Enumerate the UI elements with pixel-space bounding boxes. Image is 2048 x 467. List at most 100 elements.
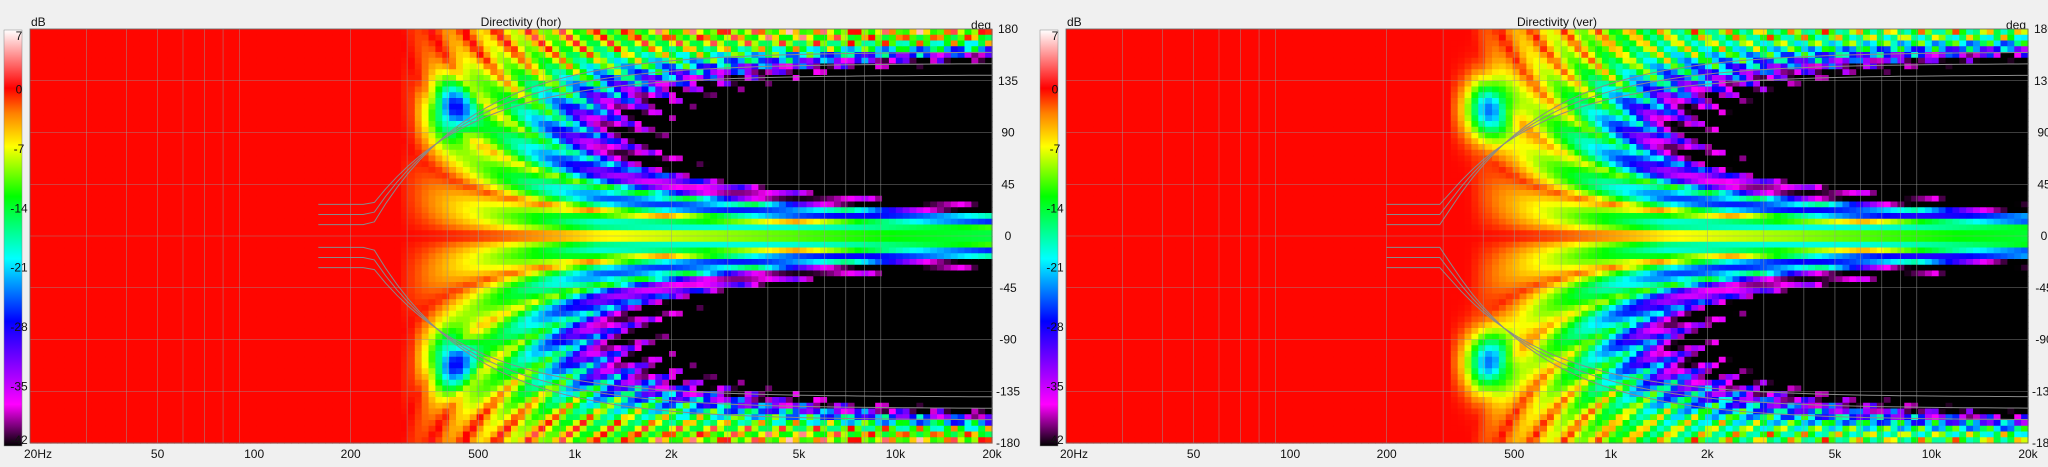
heatmap-cell <box>139 230 148 237</box>
heatmap-cell <box>311 149 320 157</box>
heatmap-cell <box>43 218 52 226</box>
heatmap-cell <box>174 46 182 53</box>
heatmap-cell <box>160 241 169 249</box>
heatmap-cell <box>442 190 450 197</box>
heatmap-cell <box>256 213 265 220</box>
heatmap-cell <box>339 224 347 231</box>
heatmap-cell <box>263 34 272 42</box>
heatmap-cell <box>36 144 45 151</box>
heatmap-cell <box>483 259 491 266</box>
heatmap-cell <box>43 155 52 162</box>
heatmap-cell <box>160 103 169 111</box>
heatmap-cell <box>119 310 127 318</box>
heatmap-cell <box>194 420 203 427</box>
heatmap-cell <box>174 109 182 116</box>
heatmap-cell <box>43 109 52 116</box>
heatmap-cell <box>84 328 93 335</box>
heatmap-cell <box>236 207 244 214</box>
heatmap-cell <box>284 431 292 438</box>
heatmap-cell <box>291 408 299 415</box>
heatmap-cell <box>483 230 491 237</box>
heatmap-cell <box>332 155 340 162</box>
heatmap-cell <box>215 293 223 300</box>
heatmap-cell <box>201 345 210 352</box>
heatmap-cell <box>236 247 244 254</box>
heatmap-cell <box>160 46 169 53</box>
heatmap-cell <box>57 276 65 283</box>
heatmap-cell <box>188 328 196 335</box>
heatmap-cell <box>98 190 107 197</box>
heatmap-cell <box>414 333 423 341</box>
heatmap-cell <box>380 397 388 404</box>
heatmap-cell <box>249 224 258 231</box>
heatmap-cell <box>256 345 265 352</box>
heatmap-cell <box>476 230 485 237</box>
heatmap-cell <box>352 356 361 364</box>
heatmap-cell <box>394 379 402 387</box>
heatmap-cell <box>236 287 244 295</box>
heatmap-cell <box>98 98 107 105</box>
heatmap-cell <box>476 236 485 243</box>
heatmap-cell <box>407 316 416 323</box>
heatmap-cell <box>263 241 272 249</box>
heatmap-cell <box>201 40 210 47</box>
heatmap-cell <box>112 132 120 139</box>
heatmap-cell <box>236 92 244 99</box>
heatmap-cell <box>476 86 485 93</box>
heatmap-cell <box>36 161 45 168</box>
heatmap-cell <box>414 241 423 249</box>
heatmap-cell <box>112 138 120 145</box>
heatmap-cell <box>84 236 93 243</box>
heatmap-cell <box>50 322 59 329</box>
heatmap-cell <box>263 92 272 99</box>
heatmap-cell <box>339 259 347 266</box>
heatmap-cell <box>352 167 361 174</box>
heatmap-cell <box>332 34 340 42</box>
heatmap-cell <box>98 40 107 47</box>
heatmap-cell <box>339 144 347 151</box>
heatmap-cell <box>194 167 203 174</box>
heatmap-cell <box>304 144 313 151</box>
heatmap-cell <box>277 333 285 341</box>
heatmap-cell <box>462 368 471 375</box>
heatmap-cell <box>133 34 141 42</box>
heatmap-cell <box>57 126 65 134</box>
heatmap-cell <box>421 109 430 116</box>
heatmap-cell <box>208 86 217 93</box>
heatmap-cell <box>462 241 471 249</box>
heatmap-cell <box>229 397 237 404</box>
heatmap-cell <box>194 132 203 139</box>
heatmap-cell <box>78 92 86 99</box>
heatmap-cell <box>91 52 100 59</box>
heatmap-cell <box>387 310 395 318</box>
heatmap-cell <box>256 92 265 99</box>
heatmap-cell <box>112 356 120 364</box>
heatmap-cell <box>366 328 375 335</box>
heatmap-cell <box>174 356 182 364</box>
heatmap-cell <box>30 195 38 203</box>
heatmap-cell <box>188 276 196 283</box>
heatmap-cell <box>256 351 265 358</box>
heatmap-cell <box>442 230 450 237</box>
heatmap-cell <box>133 52 141 59</box>
heatmap-cell <box>270 414 278 421</box>
heatmap-cell <box>43 431 52 438</box>
heatmap-cell <box>456 92 464 99</box>
heatmap-cell <box>78 144 86 151</box>
heatmap-cell <box>215 98 223 105</box>
heatmap-cell <box>188 391 196 398</box>
heatmap-cell <box>490 92 498 99</box>
heatmap-cell <box>483 339 491 346</box>
heatmap-cell <box>504 52 512 59</box>
heatmap-cell <box>36 356 45 364</box>
heatmap-cell <box>291 63 299 70</box>
heatmap-cell <box>133 190 141 197</box>
heatmap-cell <box>181 385 189 392</box>
heatmap-cell <box>215 172 223 180</box>
heatmap-cell <box>84 368 93 375</box>
heatmap-cell <box>229 167 237 174</box>
directivity-hor-panel: dB Directivity (hor) deg 20Hz 50 100 200 500… <box>3 15 1020 461</box>
heatmap-cell <box>146 259 155 266</box>
heatmap-cell <box>325 126 333 134</box>
heatmap-cell <box>435 40 443 47</box>
